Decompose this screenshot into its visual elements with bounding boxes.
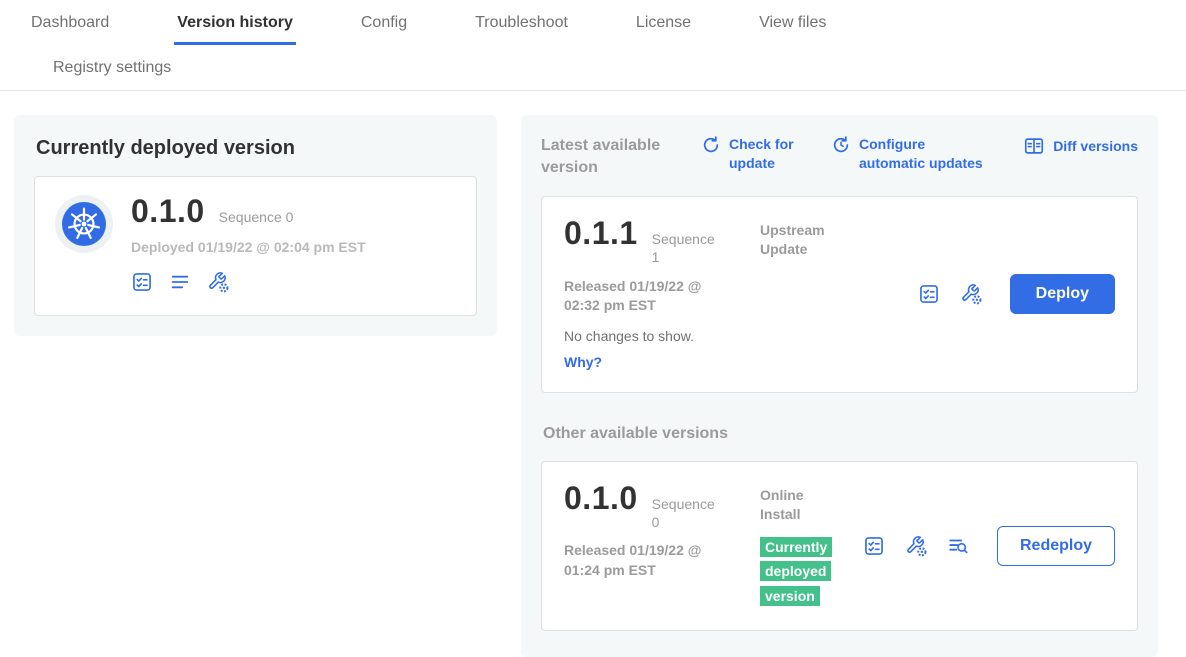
other-versions-title: Other available versions bbox=[543, 425, 1138, 443]
current-version-number: 0.1.0 bbox=[131, 195, 205, 227]
currently-deployed-card: 0.1.0 Sequence 0 Deployed 01/19/22 @ 02:… bbox=[34, 176, 477, 316]
other-sequence-label: Sequence 0 bbox=[652, 495, 716, 531]
other-version-info: 0.1.0 Sequence 0 Released 01/19/22 @ 01:… bbox=[564, 482, 760, 581]
nav-row-secondary: Registry settings bbox=[28, 45, 1158, 90]
version-row: 0.1.0 Sequence 0 bbox=[564, 482, 760, 531]
top-nav: Dashboard Version history Config Trouble… bbox=[0, 0, 1186, 91]
latest-version-number: 0.1.1 bbox=[564, 217, 638, 249]
configure-auto-updates-label: Configure automatic updates bbox=[859, 135, 991, 173]
version-row: 0.1.0 Sequence 0 bbox=[131, 195, 366, 227]
configure-auto-updates-link[interactable]: Configure automatic updates bbox=[831, 135, 991, 173]
preflight-checks-icon[interactable] bbox=[863, 535, 885, 557]
version-source-label: Online Install bbox=[760, 486, 834, 524]
available-versions-panel: Latest available version Check for updat… bbox=[521, 115, 1158, 657]
tab-config[interactable]: Config bbox=[358, 0, 410, 45]
currently-deployed-title: Currently deployed version bbox=[36, 137, 477, 160]
kubernetes-logo-icon bbox=[62, 202, 106, 246]
deployed-timestamp: Deployed 01/19/22 @ 02:04 pm EST bbox=[131, 239, 366, 255]
latest-version-card: 0.1.1 Sequence 1 Released 01/19/22 @ 02:… bbox=[541, 196, 1138, 393]
app-icon-ring bbox=[55, 195, 113, 253]
currently-deployed-panel: Currently deployed version 0.1.0 Sequenc… bbox=[14, 115, 497, 336]
redeploy-button[interactable]: Redeploy bbox=[997, 526, 1115, 566]
deployed-badge-wrap: Currently deployed version bbox=[760, 536, 836, 610]
no-changes-text: No changes to show. bbox=[564, 328, 760, 344]
tab-version-history[interactable]: Version history bbox=[174, 0, 296, 45]
check-for-update-link[interactable]: Check for update bbox=[701, 135, 805, 173]
current-version-actions bbox=[131, 271, 366, 293]
edit-config-icon[interactable] bbox=[905, 535, 927, 557]
other-version-number: 0.1.0 bbox=[564, 482, 638, 514]
main-content: Currently deployed version 0.1.0 Sequenc… bbox=[0, 91, 1186, 657]
latest-sequence-label: Sequence 1 bbox=[652, 230, 716, 266]
preflight-checks-icon[interactable] bbox=[131, 271, 153, 293]
current-sequence-label: Sequence 0 bbox=[219, 209, 294, 225]
check-for-update-label: Check for update bbox=[729, 135, 805, 173]
latest-version-title: Latest available version bbox=[541, 135, 683, 178]
released-timestamp: Released 01/19/22 @ 02:32 pm EST bbox=[564, 277, 724, 316]
nav-row-primary: Dashboard Version history Config Trouble… bbox=[28, 0, 1158, 45]
deploy-button[interactable]: Deploy bbox=[1010, 274, 1115, 314]
latest-version-actions: Deploy bbox=[918, 274, 1115, 314]
view-diff-icon[interactable] bbox=[947, 535, 969, 557]
edit-config-icon[interactable] bbox=[960, 283, 982, 305]
tab-registry-settings[interactable]: Registry settings bbox=[50, 45, 174, 90]
version-source-label: Upstream Update bbox=[760, 221, 852, 259]
released-timestamp: Released 01/19/22 @ 01:24 pm EST bbox=[564, 541, 724, 580]
tab-view-files[interactable]: View files bbox=[756, 0, 829, 45]
schedule-refresh-icon bbox=[831, 135, 851, 155]
refresh-icon bbox=[701, 135, 721, 155]
current-version-info: 0.1.0 Sequence 0 Deployed 01/19/22 @ 02:… bbox=[131, 195, 366, 293]
latest-version-info: 0.1.1 Sequence 1 Released 01/19/22 @ 02:… bbox=[564, 217, 760, 372]
tab-troubleshoot[interactable]: Troubleshoot bbox=[472, 0, 571, 45]
diff-icon bbox=[1023, 135, 1045, 157]
latest-version-header: Latest available version Check for updat… bbox=[541, 135, 1138, 178]
other-version-actions: Redeploy bbox=[863, 526, 1115, 566]
edit-config-icon[interactable] bbox=[207, 271, 229, 293]
tab-dashboard[interactable]: Dashboard bbox=[28, 0, 112, 45]
currently-deployed-badge: Currently deployed version bbox=[760, 537, 832, 607]
version-row: 0.1.1 Sequence 1 bbox=[564, 217, 760, 266]
diff-versions-link[interactable]: Diff versions bbox=[1023, 135, 1138, 157]
other-version-source-col: Online Install Currently deployed versio… bbox=[760, 482, 836, 610]
preflight-checks-icon[interactable] bbox=[918, 283, 940, 305]
tab-license[interactable]: License bbox=[633, 0, 694, 45]
diff-versions-label: Diff versions bbox=[1053, 137, 1138, 156]
why-link[interactable]: Why? bbox=[564, 354, 602, 370]
other-version-card: 0.1.0 Sequence 0 Released 01/19/22 @ 01:… bbox=[541, 461, 1138, 631]
release-notes-icon[interactable] bbox=[169, 271, 191, 293]
